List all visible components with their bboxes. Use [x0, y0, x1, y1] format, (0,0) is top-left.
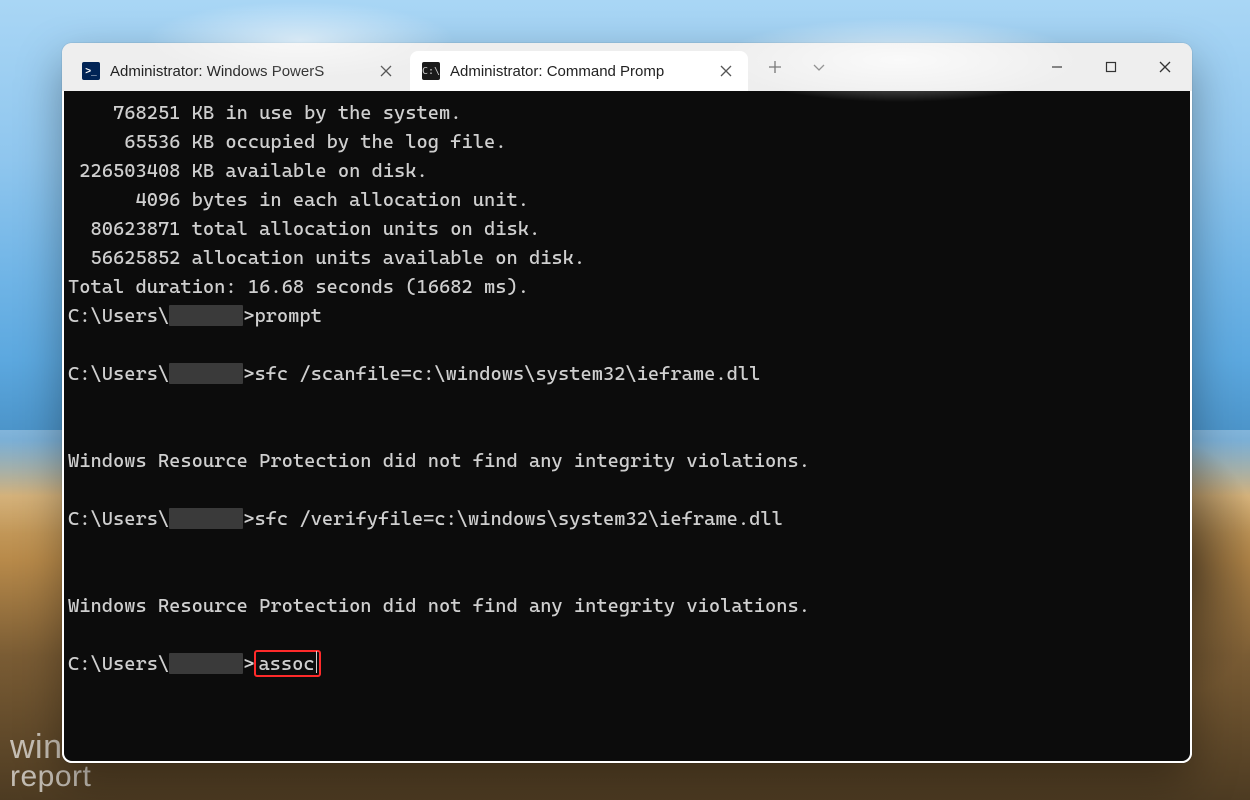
tab-title: Administrator: Windows PowerS: [110, 63, 362, 80]
close-tab-button[interactable]: [372, 57, 400, 85]
command-text: sfc /verifyfile=c:\windows\system32\iefr…: [254, 507, 782, 530]
redacted-username: █████: [169, 363, 243, 384]
output-line: 56625852 allocation units available on d…: [68, 244, 1186, 273]
redacted-username: █████: [169, 653, 243, 674]
prompt-line: C:\Users\█████>prompt: [68, 302, 1186, 331]
terminal-body-wrap: 768251 KB in use by the system. 65536 KB…: [62, 91, 1192, 763]
tab-command-prompt[interactable]: C:\ Administrator: Command Promp: [410, 51, 748, 91]
output-line: [68, 534, 1186, 563]
output-line: 768251 KB in use by the system.: [68, 99, 1186, 128]
new-tab-button[interactable]: [754, 51, 796, 83]
output-line: 80623871 total allocation units on disk.: [68, 215, 1186, 244]
tabstrip-actions: [750, 43, 844, 91]
highlighted-command: assoc: [254, 650, 321, 677]
output-line: [68, 476, 1186, 505]
output-line: [68, 563, 1186, 592]
command-text: assoc: [258, 652, 314, 675]
output-line: [68, 418, 1186, 447]
prompt-line-current: C:\Users\█████>assoc: [68, 650, 1186, 679]
redacted-username: █████: [169, 305, 243, 326]
tab-title: Administrator: Command Promp: [450, 63, 702, 80]
output-line: 65536 KB occupied by the log file.: [68, 128, 1186, 157]
watermark-line2: report: [10, 762, 144, 792]
output-line: Windows Resource Protection did not find…: [68, 447, 1186, 476]
text-cursor: [316, 651, 318, 673]
output-line: 4096 bytes in each allocation unit.: [68, 186, 1186, 215]
redacted-username: █████: [169, 508, 243, 529]
cmd-icon: C:\: [422, 62, 440, 80]
prompt-line: C:\Users\█████>sfc /verifyfile=c:\window…: [68, 505, 1186, 534]
command-text: sfc /scanfile=c:\windows\system32\iefram…: [254, 362, 760, 385]
maximize-button[interactable]: [1084, 43, 1138, 91]
command-text: prompt: [254, 304, 321, 327]
minimize-button[interactable]: [1030, 43, 1084, 91]
tab-dropdown-button[interactable]: [798, 51, 840, 83]
chevron-down-icon: [812, 60, 826, 74]
terminal-output[interactable]: 768251 KB in use by the system. 65536 KB…: [64, 91, 1190, 761]
close-icon: [380, 65, 392, 77]
close-window-button[interactable]: [1138, 43, 1192, 91]
minimize-icon: [1051, 61, 1063, 73]
tab-powershell[interactable]: >_ Administrator: Windows PowerS: [70, 51, 408, 91]
output-line: Total duration: 16.68 seconds (16682 ms)…: [68, 273, 1186, 302]
plus-icon: [768, 60, 782, 74]
close-icon: [720, 65, 732, 77]
output-line: [68, 621, 1186, 650]
close-icon: [1159, 61, 1171, 73]
prompt-line: C:\Users\█████>sfc /scanfile=c:\windows\…: [68, 360, 1186, 389]
output-line: [68, 331, 1186, 360]
close-tab-button[interactable]: [712, 57, 740, 85]
output-line: 226503408 KB available on disk.: [68, 157, 1186, 186]
output-line: [68, 389, 1186, 418]
terminal-window: >_ Administrator: Windows PowerS C:\ Adm…: [62, 43, 1192, 763]
window-controls: [1030, 43, 1192, 91]
titlebar[interactable]: >_ Administrator: Windows PowerS C:\ Adm…: [62, 43, 1192, 91]
maximize-icon: [1105, 61, 1117, 73]
powershell-icon: >_: [82, 62, 100, 80]
output-line: Windows Resource Protection did not find…: [68, 592, 1186, 621]
